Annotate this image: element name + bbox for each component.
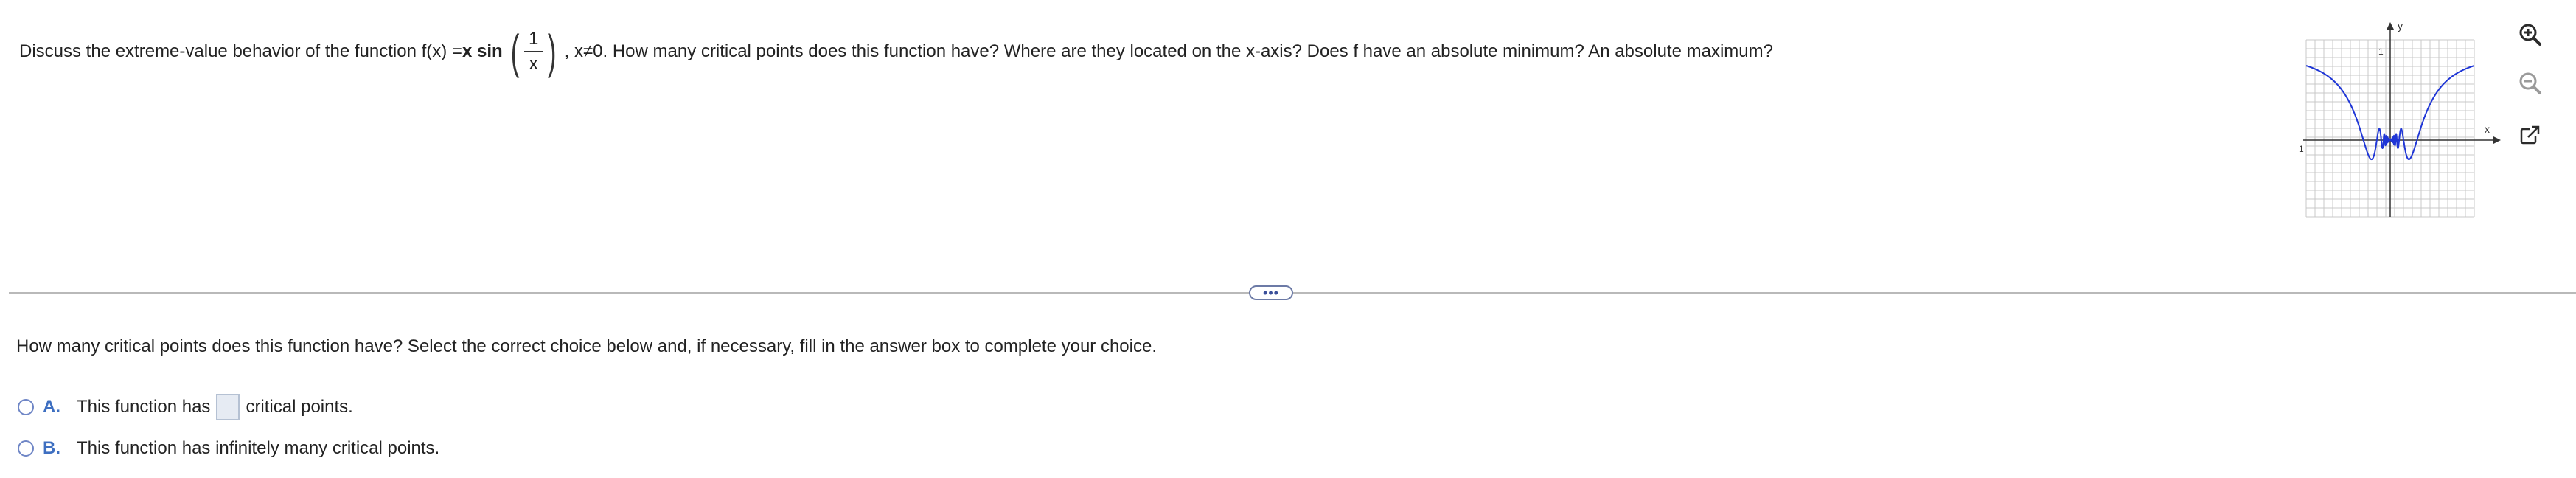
fraction: 1 x — [523, 29, 543, 75]
y-axis-label: y — [2398, 20, 2403, 32]
zoom-out-icon — [2519, 72, 2541, 94]
function-graph[interactable]: x y 1 -1 -1 — [2299, 18, 2520, 224]
choice-a-text-after: critical points. — [246, 397, 353, 417]
function-expression: x sin — [462, 41, 503, 61]
question-text: Discuss the extreme-value behavior of th… — [19, 22, 2253, 81]
choice-b-letter: B. — [43, 438, 60, 458]
x-axis-arrow — [2493, 136, 2501, 144]
zoom-in-icon — [2519, 24, 2541, 46]
left-paren: ( — [510, 25, 520, 78]
y-axis-arrow — [2387, 22, 2394, 30]
critical-points-answer-box[interactable] — [216, 394, 240, 420]
fraction-group: ( 1 x ) — [507, 28, 560, 75]
handle-dots: ••• — [1263, 285, 1279, 300]
zoom-out-button[interactable] — [2510, 63, 2550, 103]
question-intro: Discuss the extreme-value behavior of th… — [19, 41, 462, 61]
x-tick-left: -1 — [2299, 144, 2304, 154]
right-paren: ) — [548, 25, 557, 78]
fraction-denominator: x — [529, 54, 538, 74]
zoom-in-button[interactable] — [2510, 15, 2550, 55]
question-tail: , x≠0. How many critical points does thi… — [564, 41, 1773, 61]
choice-b-radio[interactable] — [18, 440, 34, 457]
choice-a-radio[interactable] — [18, 399, 34, 415]
sub-question-prompt: How many critical points does this funct… — [16, 336, 1157, 356]
choice-b[interactable]: B. This function has infinitely many cri… — [18, 434, 439, 463]
resize-handle[interactable]: ••• — [1249, 285, 1293, 300]
popout-button[interactable] — [2510, 115, 2550, 155]
fraction-numerator: 1 — [523, 29, 543, 52]
y-tick-top: 1 — [2378, 46, 2384, 57]
choice-a[interactable]: A. This function has critical points. — [18, 392, 353, 422]
choice-a-text-before: This function has — [77, 397, 211, 417]
choice-a-letter: A. — [43, 397, 60, 417]
external-link-icon — [2520, 125, 2540, 145]
choice-b-text: This function has infinitely many critic… — [77, 438, 440, 458]
x-axis-label: x — [2485, 123, 2490, 135]
